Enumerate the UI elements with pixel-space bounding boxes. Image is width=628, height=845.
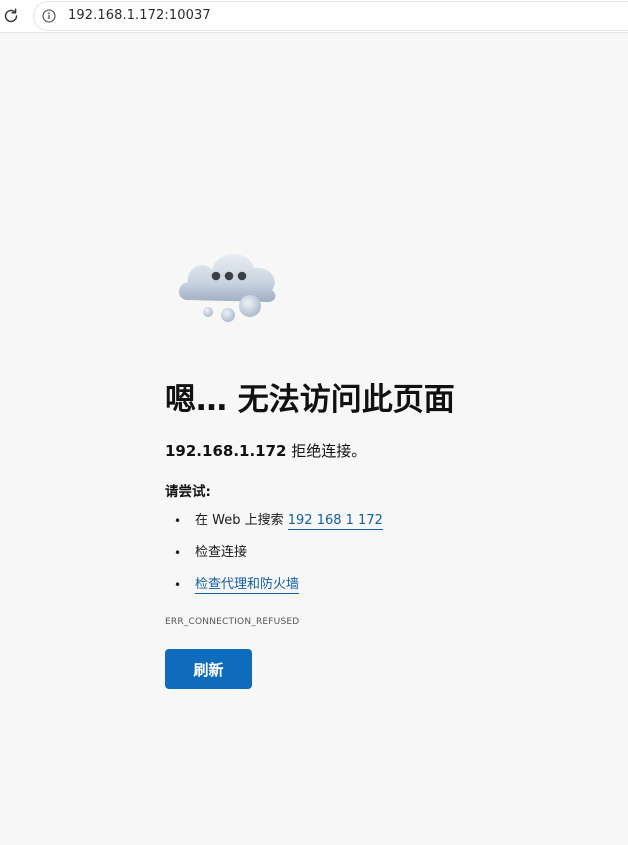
search-web-link[interactable]: 192 168 1 172 bbox=[287, 513, 383, 530]
suggestion-check-connection: • 检查连接 bbox=[165, 538, 383, 570]
reload-icon[interactable] bbox=[1, 6, 21, 26]
suggestion-check-connection-text: 检查连接 bbox=[195, 545, 248, 560]
address-bar[interactable]: 192.168.1.172:10037 bbox=[33, 1, 628, 31]
suggestion-search-text: 在 Web 上搜索 bbox=[195, 513, 288, 528]
suggestion-proxy-firewall: • 检查代理和防火墙 bbox=[165, 570, 383, 602]
suggestion-search: • 在 Web 上搜索 192 168 1 172 bbox=[165, 506, 383, 538]
cloud-ellipsis-icon bbox=[172, 236, 286, 328]
error-title: 嗯… 无法访问此页面 bbox=[165, 382, 455, 418]
error-message-text: 拒绝连接。 bbox=[286, 442, 367, 460]
error-code: ERR_CONNECTION_REFUSED bbox=[165, 617, 300, 627]
browser-toolbar: 192.168.1.172:10037 bbox=[0, 0, 628, 33]
info-circle-icon[interactable] bbox=[41, 8, 57, 24]
bullet-icon: • bbox=[174, 546, 182, 560]
check-proxy-firewall-link[interactable]: 检查代理和防火墙 bbox=[195, 577, 300, 594]
refresh-button[interactable]: 刷新 bbox=[165, 649, 252, 689]
error-message: 192.168.1.172 拒绝连接。 bbox=[165, 440, 366, 461]
error-host: 192.168.1.172 bbox=[165, 442, 287, 460]
url-text[interactable]: 192.168.1.172:10037 bbox=[68, 8, 211, 23]
try-label: 请尝试: bbox=[165, 484, 211, 500]
bullet-icon: • bbox=[174, 514, 182, 528]
suggestion-list: • 在 Web 上搜索 192 168 1 172 • 检查连接 • 检查代理和… bbox=[165, 506, 383, 602]
bullet-icon: • bbox=[174, 578, 182, 592]
